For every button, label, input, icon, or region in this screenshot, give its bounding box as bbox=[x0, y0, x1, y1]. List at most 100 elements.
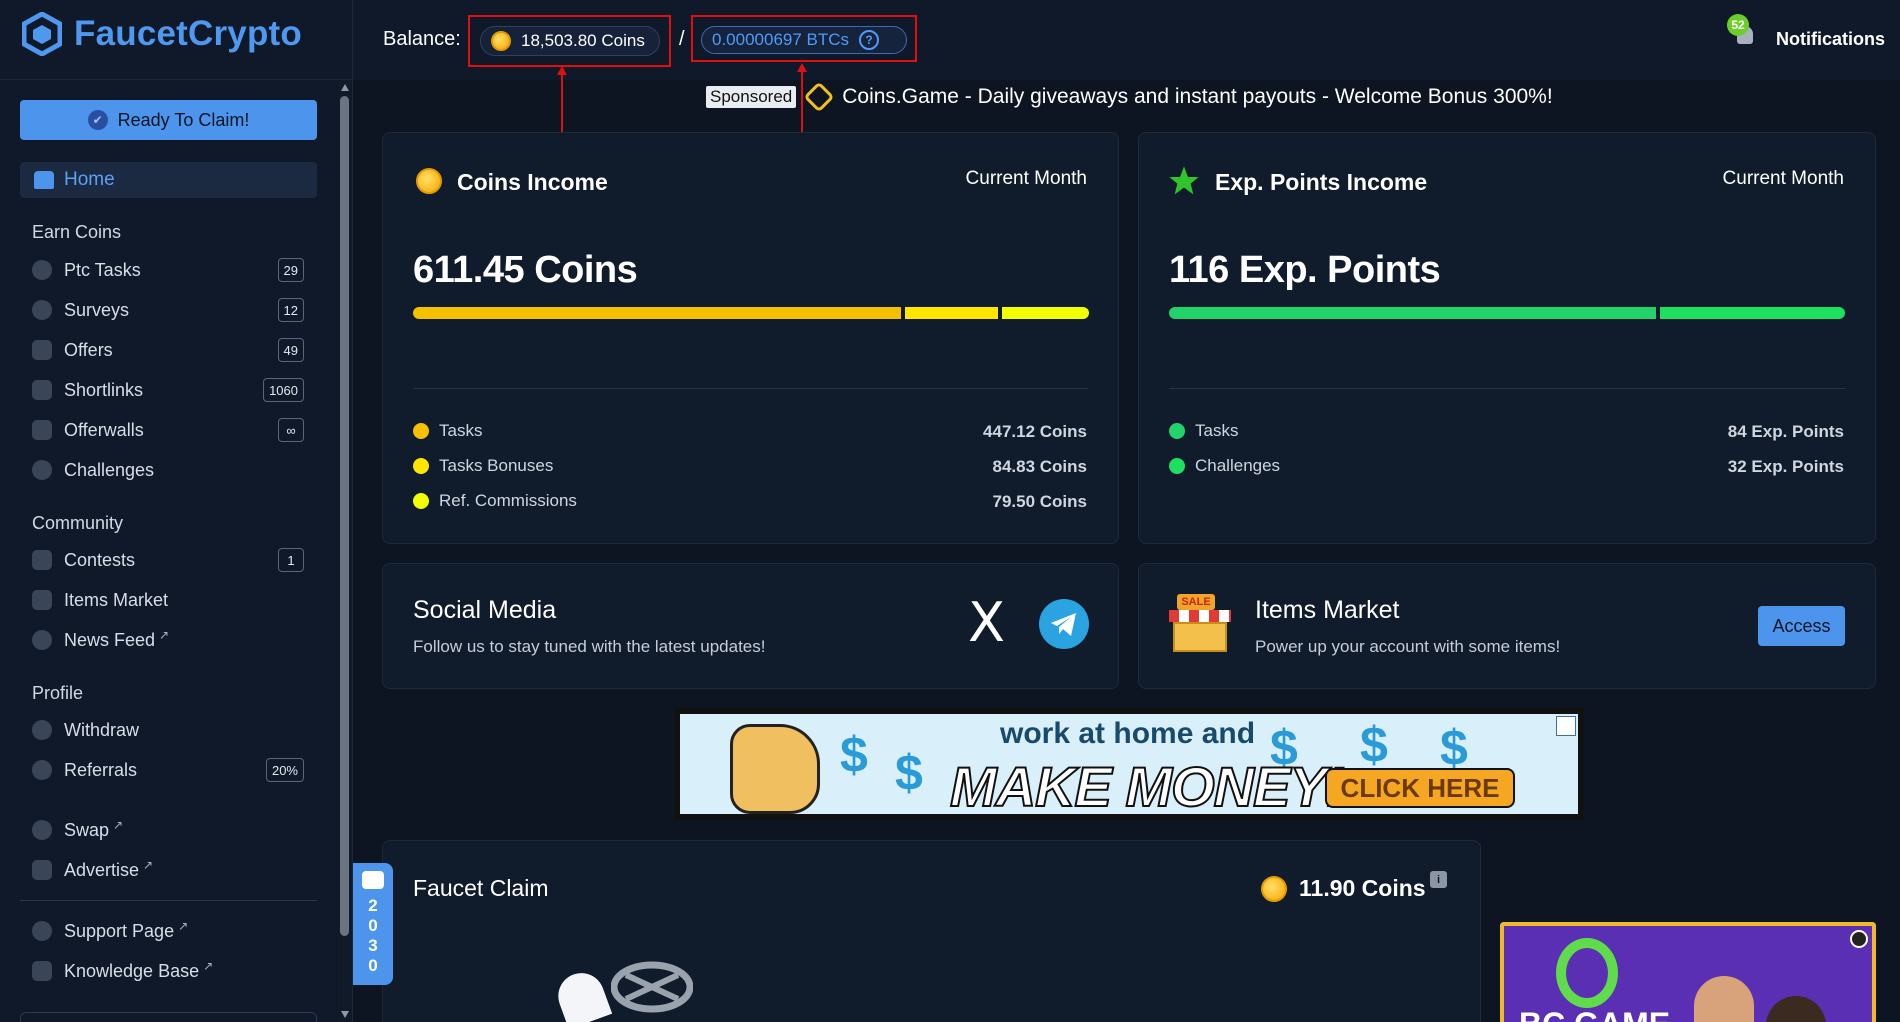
external-link-icon: ↗ bbox=[178, 919, 189, 933]
sidebar-item-shortlinks[interactable]: Shortlinks 1060 bbox=[32, 375, 304, 405]
sidebar-item-advertise[interactable]: Advertise ↗ bbox=[32, 855, 304, 885]
btc-balance[interactable]: 0.00000697 BTCs ? bbox=[701, 26, 907, 54]
side-ad-text: BC.GAME bbox=[1519, 1006, 1670, 1022]
telegram-icon[interactable] bbox=[1039, 599, 1089, 649]
sidebar-item-ptc-tasks[interactable]: Ptc Tasks 29 bbox=[32, 255, 304, 285]
sidebar-item-knowledge-base[interactable]: Knowledge Base ↗ bbox=[32, 956, 304, 986]
income-bar-segment bbox=[1659, 307, 1845, 319]
shop-icon bbox=[32, 590, 52, 610]
chat-bubble-icon bbox=[362, 871, 384, 889]
coins-balance[interactable]: 18,503.80 Coins bbox=[480, 26, 660, 56]
logo-cube-icon bbox=[22, 12, 62, 56]
logo[interactable]: FaucetCrypto bbox=[22, 12, 302, 56]
sidebar-item-offerwalls[interactable]: Offerwalls ∞ bbox=[32, 415, 304, 445]
row-label: Tasks bbox=[439, 421, 483, 440]
coin-icon bbox=[491, 31, 511, 51]
sidebar-item-contests[interactable]: Contests 1 bbox=[32, 545, 304, 575]
sidebar-item-offers[interactable]: Offers 49 bbox=[32, 335, 304, 365]
sidebar-item-surveys[interactable]: Surveys 12 bbox=[32, 295, 304, 325]
chat-tab[interactable]: 2 0 3 0 bbox=[353, 863, 393, 985]
scroll-down-arrow-icon[interactable] bbox=[341, 1011, 349, 1018]
sidebar-item-items-market[interactable]: Items Market bbox=[32, 585, 304, 615]
external-link-icon: ↗ bbox=[143, 858, 154, 872]
sidebar-item-swap[interactable]: Swap ↗ bbox=[32, 815, 304, 845]
sidebar-scrollbar[interactable] bbox=[338, 80, 352, 1022]
banner-click-button[interactable]: CLICK HERE bbox=[1325, 768, 1515, 808]
wall-icon bbox=[32, 420, 52, 440]
dollar-icon bbox=[32, 300, 52, 320]
exp-income-card: Exp. Points Income Current Month 116 Exp… bbox=[1138, 132, 1876, 544]
check-badge-icon: ✔ bbox=[87, 110, 108, 130]
sidebar-divider bbox=[20, 900, 317, 901]
notifications-bell[interactable]: 52 bbox=[1727, 14, 1757, 50]
row-label: Tasks bbox=[1195, 421, 1239, 440]
top-header: Balance: 18,503.80 Coins / 0.00000697 BT… bbox=[353, 0, 1900, 80]
sidebar-item-withdraw[interactable]: Withdraw bbox=[32, 715, 304, 745]
graduation-icon bbox=[32, 961, 52, 981]
row-value: 79.50 Coins bbox=[992, 492, 1088, 511]
logo-text: FaucetCrypto bbox=[74, 14, 302, 53]
sidebar-item-support-page[interactable]: Support Page ↗ bbox=[32, 916, 304, 946]
sponsored-bar[interactable]: Sponsored Coins.Game - Daily giveaways a… bbox=[706, 81, 1553, 113]
card-subtitle: Power up your account with some items! bbox=[1255, 637, 1561, 656]
sidebar-item-challenges[interactable]: Challenges bbox=[32, 455, 304, 485]
eye-icon bbox=[32, 260, 52, 280]
section-profile: Profile bbox=[32, 683, 84, 703]
scrollbar-thumb[interactable] bbox=[340, 96, 349, 936]
withdraw-icon bbox=[32, 720, 52, 740]
info-icon[interactable]: i bbox=[1430, 871, 1447, 888]
row-label: Tasks Bonuses bbox=[439, 456, 554, 475]
ad-banner[interactable]: $ $ $ $ $ work at home and MAKE MONEY! C… bbox=[674, 708, 1584, 820]
coin-icon bbox=[416, 168, 442, 194]
chart-icon bbox=[32, 860, 52, 880]
close-ad-icon[interactable] bbox=[1850, 930, 1868, 948]
row-value: 84.83 Coins bbox=[992, 457, 1088, 476]
faucet-pipe bbox=[551, 966, 613, 1022]
awning bbox=[1169, 610, 1231, 622]
legend-dot bbox=[413, 423, 429, 439]
notifications-link[interactable]: Notifications bbox=[1776, 29, 1885, 50]
sidebar-bottom-panel bbox=[20, 1012, 317, 1022]
ad-choices-icon[interactable] bbox=[1556, 716, 1576, 736]
sidebar-item-label: Surveys bbox=[64, 299, 130, 320]
ready-to-claim-button[interactable]: ✔ Ready To Claim! bbox=[20, 100, 317, 140]
card-title: Coins Income bbox=[457, 169, 608, 195]
sidebar-item-label: Advertise bbox=[64, 859, 140, 880]
side-ad[interactable]: BC.GAME bbox=[1500, 922, 1876, 1022]
legend-dot bbox=[413, 458, 429, 474]
x-twitter-icon[interactable]: X bbox=[968, 596, 1005, 650]
notification-count-badge: 52 bbox=[1727, 14, 1749, 36]
sidebar-item-label: Contests bbox=[64, 549, 136, 570]
card-title: Faucet Claim bbox=[413, 875, 549, 901]
income-bar-segment bbox=[413, 307, 902, 319]
sidebar-item-news-feed[interactable]: News Feed ↗ bbox=[32, 625, 304, 655]
income-bar-segment bbox=[1002, 307, 1089, 319]
social-media-card: Social Media Follow us to stay tuned wit… bbox=[382, 563, 1119, 689]
row-label: Ref. Commissions bbox=[439, 491, 577, 510]
access-button[interactable]: Access bbox=[1758, 606, 1845, 646]
faucet-claim-card: Faucet Claim 11.90 Coins i bbox=[382, 840, 1481, 1022]
sidebar-item-label: Support Page bbox=[64, 920, 175, 941]
sidebar-item-home[interactable]: Home bbox=[20, 162, 317, 198]
users-icon bbox=[32, 760, 52, 780]
row-label: Challenges bbox=[1195, 456, 1281, 475]
card-divider bbox=[413, 388, 1088, 389]
row-value: 447.12 Coins bbox=[983, 422, 1087, 441]
help-icon[interactable]: ? bbox=[859, 30, 880, 50]
ready-to-claim-label: Ready To Claim! bbox=[117, 109, 250, 130]
faucet-valve-icon bbox=[611, 961, 693, 1013]
balance-separator: / bbox=[679, 28, 685, 50]
market-stall-icon: SALE bbox=[1169, 594, 1231, 656]
sidebar-item-label: Ptc Tasks bbox=[64, 259, 141, 280]
person-image bbox=[1766, 996, 1826, 1022]
fist-money-icon bbox=[730, 724, 820, 814]
count-badge: 49 bbox=[277, 338, 304, 362]
sidebar-item-referrals[interactable]: Referrals 20% bbox=[32, 755, 304, 785]
row-value: 32 Exp. Points bbox=[1727, 457, 1844, 476]
scroll-up-arrow-icon[interactable] bbox=[341, 84, 349, 91]
star-icon bbox=[1169, 166, 1199, 195]
sidebar-item-label: Shortlinks bbox=[64, 379, 144, 400]
faucet-reward: 11.90 Coins bbox=[1299, 875, 1426, 901]
coins-income-bar bbox=[413, 307, 1089, 319]
income-row: Challenges bbox=[1169, 456, 1280, 476]
